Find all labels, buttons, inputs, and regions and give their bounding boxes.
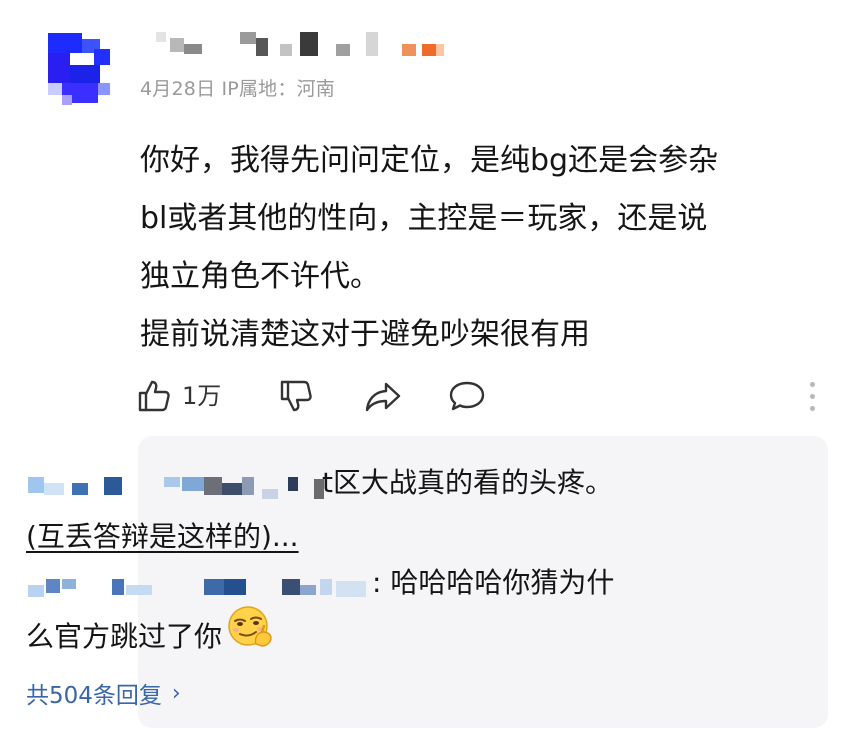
vertical-ellipsis-icon[interactable] [802, 376, 822, 416]
thumbs-up-icon [136, 378, 172, 414]
comment-line: 提前说清楚这对于避免吵架很有用 [140, 317, 590, 352]
like-count: 1万 [182, 382, 222, 410]
comment-actions: 1万 [136, 374, 826, 418]
username-masked[interactable] [140, 24, 460, 68]
comment-line: 你好，我得先问问定位，是纯bg还是会参杂 [140, 143, 719, 178]
reply-item[interactable]: t区大战真的看的头疼。 (互丢答辩是这样的)... [26, 456, 666, 564]
reply-comment-button[interactable] [448, 374, 486, 418]
like-button[interactable]: 1万 [136, 374, 221, 418]
comment-line: bl或者其他的性向，主控是＝玩家，还是说 [140, 201, 708, 236]
reply-author-masked [26, 469, 324, 499]
share-button[interactable] [364, 374, 402, 418]
speech-bubble-icon [448, 378, 486, 414]
reply-text: : 哈哈哈哈你猜为什 [372, 566, 615, 599]
smirk-emoji-icon [226, 604, 276, 666]
share-arrow-icon [364, 378, 402, 414]
dislike-button[interactable] [278, 374, 314, 418]
reply-text: t区大战真的看的头疼。 [322, 466, 613, 499]
reply-text-line2: 么官方跳过了你 [26, 620, 223, 653]
reply-count-label: 共504条回复 [26, 683, 162, 709]
reply-item[interactable]: : 哈哈哈哈你猜为什 么官方跳过了你 [26, 556, 666, 666]
comment-card: 4月28日 IP属地：河南 你好，我得先问问定位，是纯bg还是会参杂 bl或者其… [0, 0, 854, 745]
avatar[interactable] [48, 33, 110, 105]
reply-text-line2: (互丢答辩是这样的)... [26, 520, 299, 553]
comment-body: 你好，我得先问问定位，是纯bg还是会参杂 bl或者其他的性向，主控是＝玩家，还是… [140, 132, 840, 364]
view-all-replies-link[interactable]: 共504条回复 › [26, 676, 181, 710]
reply-author-masked [26, 569, 372, 599]
comment-line: 独立角色不许代。 [140, 259, 380, 294]
comment-meta: 4月28日 IP属地：河南 [140, 78, 335, 100]
thumbs-down-icon [278, 378, 314, 414]
chevron-right-icon: › [171, 680, 181, 706]
